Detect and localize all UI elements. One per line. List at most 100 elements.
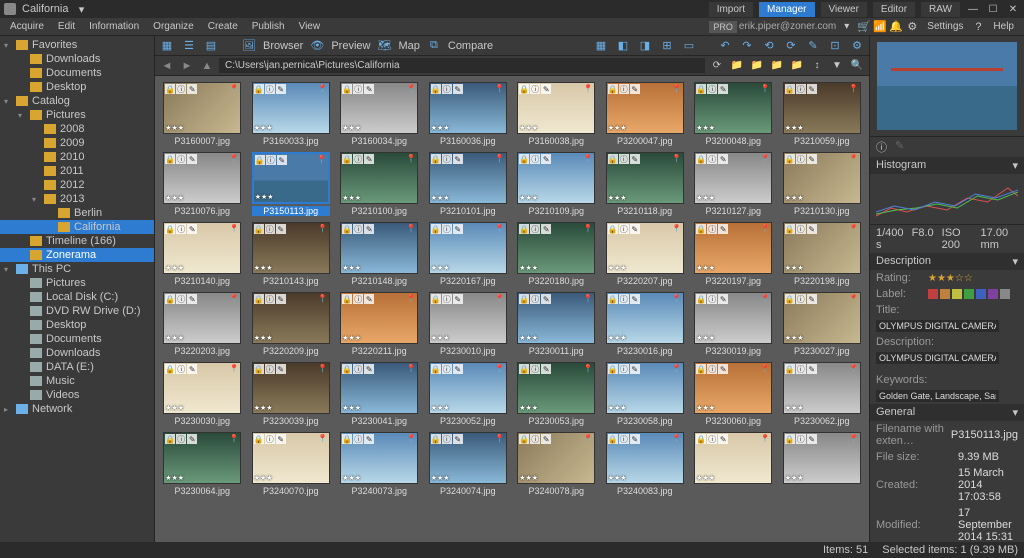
thumbnail[interactable]: 🔒ⓘ✎ 📍 ★★★ P3210118.jpg	[604, 152, 687, 216]
thumbnail[interactable]: 🔒ⓘ✎ 📍 ★★★ P3230019.jpg	[692, 292, 775, 356]
tree-item[interactable]: DATA (E:)	[0, 360, 154, 374]
tree-item[interactable]: Local Disk (C:)	[0, 290, 154, 304]
dropdown-icon[interactable]: ▾	[74, 3, 88, 16]
tree-item[interactable]: Videos	[0, 388, 154, 402]
tree-california[interactable]: California	[0, 220, 154, 234]
view-thumbnails-icon[interactable]: ▦	[159, 38, 175, 54]
tool-icon[interactable]: ⊡	[827, 38, 843, 54]
tree-item[interactable]: DVD RW Drive (D:)	[0, 304, 154, 318]
maximize-icon[interactable]: ☐	[986, 4, 1000, 15]
thumbnail[interactable]: 🔒ⓘ✎ 📍 ★★★	[781, 432, 864, 496]
help-link[interactable]: Help	[987, 19, 1020, 34]
tree-favorites[interactable]: ▾Favorites	[0, 38, 154, 52]
tree-item[interactable]: 2008	[0, 122, 154, 136]
thumbnail[interactable]: 🔒ⓘ✎ 📍 ★★★ P3220180.jpg	[515, 222, 598, 286]
menu-acquire[interactable]: Acquire	[4, 19, 50, 34]
menu-view[interactable]: View	[293, 19, 327, 34]
tool-icon[interactable]: ⊞	[659, 38, 675, 54]
filter-icon[interactable]: ▼	[829, 58, 845, 74]
histogram-header[interactable]: Histogram▾	[870, 157, 1024, 174]
folder-action-icon[interactable]: 📁	[729, 58, 745, 74]
submenu-compare[interactable]: Compare	[448, 40, 493, 52]
thumbnail[interactable]: 🔒ⓘ✎ 📍 ★★★ P3210076.jpg	[161, 152, 244, 216]
tool-icon[interactable]: ◨	[637, 38, 653, 54]
tree-network[interactable]: ▸Network	[0, 402, 154, 416]
tree-catalog[interactable]: ▾Catalog	[0, 94, 154, 108]
thumbnail[interactable]: 🔒ⓘ✎ 📍 ★★★ P3210100.jpg	[338, 152, 421, 216]
tool-icon[interactable]: ⚙	[849, 38, 865, 54]
search-icon[interactable]: 🔍	[849, 58, 865, 74]
tab-import[interactable]: Import	[709, 2, 753, 17]
tree-item[interactable]: Desktop	[0, 80, 154, 94]
thumbnail[interactable]: 🔒ⓘ✎ 📍 ★★★ P3210140.jpg	[161, 222, 244, 286]
view-list-icon[interactable]: ☰	[181, 38, 197, 54]
rating-stars[interactable]: ★★★☆☆	[928, 273, 973, 284]
thumbnail[interactable]: 🔒ⓘ✎ 📍 ★★★ P3220209.jpg	[250, 292, 333, 356]
thumbnail[interactable]: 🔒ⓘ✎ 📍 ★★★ P3210109.jpg	[515, 152, 598, 216]
tab-editor[interactable]: Editor	[873, 2, 915, 17]
tool-icon[interactable]: ◧	[615, 38, 631, 54]
bell-icon[interactable]: 🔔	[889, 20, 903, 34]
thumbnail[interactable]: 🔒ⓘ✎ 📍 ★★★ P3230064.jpg	[161, 432, 244, 496]
thumbnail[interactable]: 🔒ⓘ✎ 📍 ★★★ P3220203.jpg	[161, 292, 244, 356]
tree-item[interactable]: ▾2013	[0, 192, 154, 206]
preview-icon[interactable]: 👁	[309, 38, 325, 54]
tree-item[interactable]: Documents	[0, 66, 154, 80]
folder-action-icon[interactable]: 📁	[749, 58, 765, 74]
rss-icon[interactable]: 📶	[873, 20, 887, 34]
thumbnail[interactable]: 🔒ⓘ✎ 📍 ★★★ P3230062.jpg	[781, 362, 864, 426]
gear-icon[interactable]: ⚙	[905, 20, 919, 34]
menu-edit[interactable]: Edit	[52, 19, 81, 34]
sort-icon[interactable]: ↕	[809, 58, 825, 74]
nav-forward-icon[interactable]: ►	[179, 58, 195, 74]
user-dropdown-icon[interactable]: ▾	[838, 19, 855, 34]
compare-icon[interactable]: ⧉	[426, 38, 442, 54]
nav-up-icon[interactable]: ▲	[199, 58, 215, 74]
thumbnail[interactable]: 🔒ⓘ✎ 📍 ★★★ P3230011.jpg	[515, 292, 598, 356]
tool-icon[interactable]: ✎	[805, 38, 821, 54]
help-icon[interactable]: ?	[971, 20, 985, 34]
thumbnail[interactable]: 🔒ⓘ✎ 📍 ★★★ P3230016.jpg	[604, 292, 687, 356]
refresh-icon[interactable]: ⟳	[709, 58, 725, 74]
tree-item[interactable]: Downloads	[0, 346, 154, 360]
tree-berlin[interactable]: Berlin	[0, 206, 154, 220]
thumbnail[interactable]: 🔒ⓘ✎ 📍 ★★★ P3160033.jpg	[250, 82, 333, 146]
menu-information[interactable]: Information	[83, 19, 145, 34]
thumbnail[interactable]: 🔒ⓘ✎ 📍 ★★★ P3230010.jpg	[427, 292, 510, 356]
thumbnail[interactable]: 🔒ⓘ✎ 📍 ★★★ P3160007.jpg	[161, 82, 244, 146]
browser-icon[interactable]: 🖼	[241, 38, 257, 54]
thumbnail[interactable]: 🔒ⓘ✎ 📍 ★★★ P3210148.jpg	[338, 222, 421, 286]
description-input[interactable]	[876, 352, 999, 364]
tool-icon[interactable]: ▭	[681, 38, 697, 54]
thumbnail[interactable]: 🔒ⓘ✎ 📍 ★★★ P3240070.jpg	[250, 432, 333, 496]
folder-action-icon[interactable]: 📁	[769, 58, 785, 74]
tab-manager[interactable]: Manager	[759, 2, 814, 17]
thumbnail[interactable]: 🔒ⓘ✎ 📍 ★★★ P3220198.jpg	[781, 222, 864, 286]
tree-item[interactable]: 2009	[0, 136, 154, 150]
menu-create[interactable]: Create	[202, 19, 244, 34]
thumbnail[interactable]: 🔒ⓘ✎ 📍 ★★★ P3230041.jpg	[338, 362, 421, 426]
thumbnail[interactable]: 🔒ⓘ✎ 📍 ★★★ P3220211.jpg	[338, 292, 421, 356]
tool-icon[interactable]: ▦	[593, 38, 609, 54]
thumbnail[interactable]: 🔒ⓘ✎ 📍 ★★★ P3220207.jpg	[604, 222, 687, 286]
submenu-browser[interactable]: Browser	[263, 40, 303, 52]
thumbnail[interactable]: 🔒ⓘ✎ 📍 ★★★ P3230030.jpg	[161, 362, 244, 426]
tree-item[interactable]: 2010	[0, 150, 154, 164]
tab-raw[interactable]: RAW	[921, 2, 960, 17]
close-icon[interactable]: ✕	[1006, 4, 1020, 15]
minimize-icon[interactable]: —	[966, 4, 980, 15]
thumbnail[interactable]: 🔒ⓘ✎ 📍 ★★★ P3220167.jpg	[427, 222, 510, 286]
rotate-right-icon[interactable]: ⟳	[783, 38, 799, 54]
folder-action-icon[interactable]: 📁	[789, 58, 805, 74]
thumbnail[interactable]: 🔒ⓘ✎ 📍 ★★★ P3230060.jpg	[692, 362, 775, 426]
info-tab-icon[interactable]: ⓘ	[876, 139, 887, 155]
tree-timeline[interactable]: Timeline (166)	[0, 234, 154, 248]
settings-link[interactable]: Settings	[921, 19, 969, 34]
description-header[interactable]: Description▾	[870, 253, 1024, 270]
cart-icon[interactable]: 🛒	[857, 20, 871, 34]
thumbnail[interactable]: 🔒ⓘ✎ 📍 ★★★ P3240083.jpg	[604, 432, 687, 496]
title-input[interactable]	[876, 320, 999, 332]
thumbnail[interactable]: 🔒ⓘ✎ 📍 ★★★ P3160038.jpg	[515, 82, 598, 146]
thumbnail[interactable]: 🔒ⓘ✎ 📍 ★★★ P3210143.jpg	[250, 222, 333, 286]
view-details-icon[interactable]: ▤	[203, 38, 219, 54]
